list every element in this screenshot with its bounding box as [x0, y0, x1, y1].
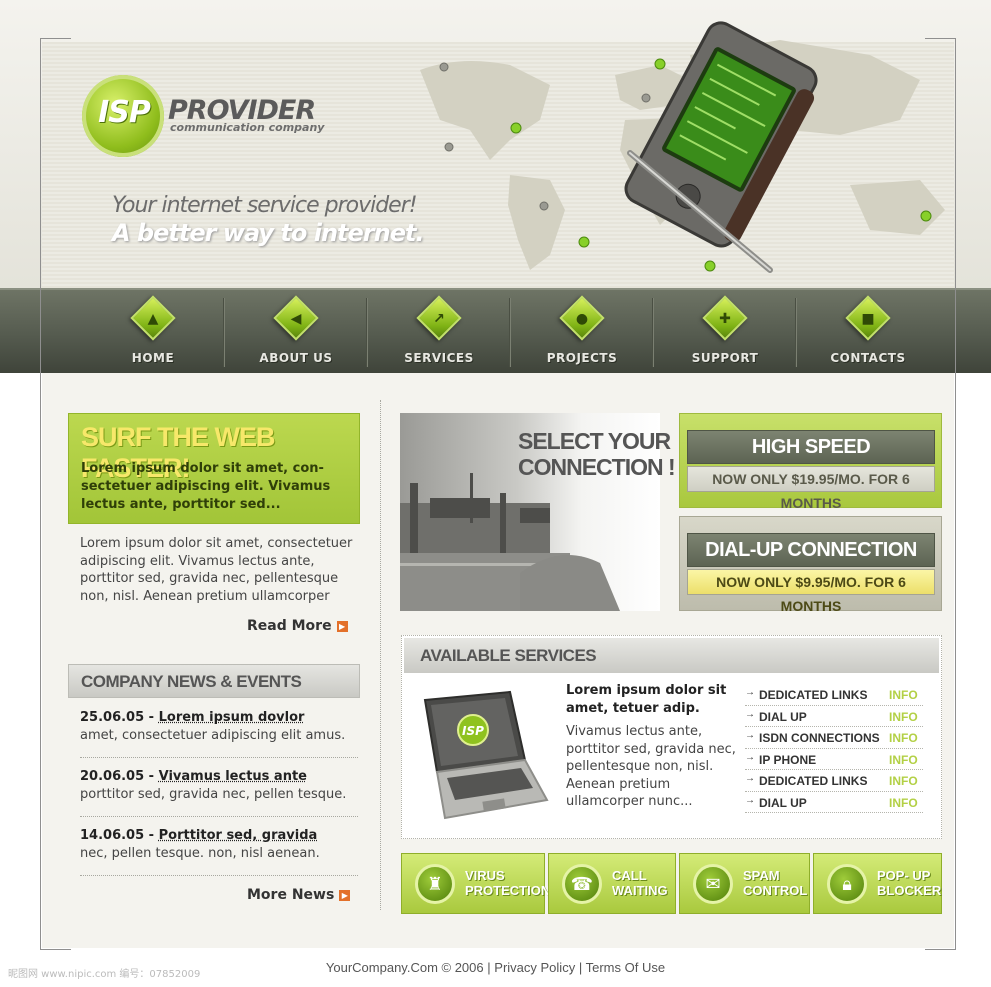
- more-news-link[interactable]: More News ▶: [247, 887, 351, 903]
- arrow-bullet-icon: →: [745, 773, 755, 784]
- service-link-row: → ISDN CONNECTIONS INFO: [745, 727, 923, 749]
- castle-icon: ♜: [415, 864, 455, 904]
- services-heading: AVAILABLE SERVICES: [420, 646, 597, 665]
- arrow-bullet-icon: →: [745, 751, 755, 763]
- news-title-link[interactable]: Lorem ipsum dovlor: [159, 710, 305, 725]
- dial-up-offer: DIAL-UP CONNECTION NOW ONLY $9.95/MO. FO…: [679, 516, 942, 614]
- news-item: 14.06.05 - Porttitor sed, gravida nec, p…: [80, 827, 360, 863]
- footer-separator: |: [487, 960, 491, 975]
- service-link[interactable]: ISDN CONNECTIONS: [759, 731, 880, 745]
- service-link-row: → DIAL UP INFO: [745, 792, 923, 813]
- services-heading-bar: AVAILABLE SERVICES: [404, 638, 939, 673]
- news-title-link[interactable]: Porttitor sed, gravida: [159, 828, 318, 843]
- select-connection-title: SELECT YOUR CONNECTION !: [518, 428, 676, 480]
- news-text: amet, consectetuer adipiscing elit amus.: [80, 728, 346, 743]
- services-text: Vivamus lectus ante, porttitor sed, grav…: [566, 724, 736, 809]
- arrow-bullet-icon: →: [745, 687, 755, 698]
- service-link-row: → DEDICATED LINKS INFO: [745, 770, 923, 792]
- promo-text: Lorem ipsum dolor sit amet, con-sectetue…: [81, 461, 331, 512]
- footer-separator: |: [578, 960, 583, 975]
- spam-control-button[interactable]: ✉ SPAM CONTROL: [679, 853, 810, 914]
- column-divider: [380, 400, 381, 910]
- lock-icon: 🔒︎: [827, 864, 867, 904]
- service-info-link[interactable]: INFO: [889, 796, 918, 810]
- news-title-link[interactable]: Vivamus lectus ante: [159, 769, 307, 784]
- services-title: Lorem ipsum dolor sit amet, tetuer adip.: [566, 683, 727, 716]
- dial-up-button[interactable]: DIAL-UP CONNECTION: [687, 533, 935, 567]
- news-text: nec, pellen tesque. non, nisl aenean.: [80, 846, 320, 861]
- service-info-link[interactable]: INFO: [889, 688, 918, 702]
- envelope-icon: ✉: [693, 864, 733, 904]
- service-link[interactable]: DEDICATED LINKS: [759, 688, 867, 702]
- phone-icon: ☎: [562, 864, 602, 904]
- arrow-bullet-icon: →: [745, 730, 755, 741]
- more-news-label: More News: [247, 887, 335, 903]
- service-info-link[interactable]: INFO: [889, 710, 918, 724]
- service-link-row: → DIAL UP INFO: [745, 706, 923, 727]
- news-date: 25.06.05 -: [80, 710, 159, 725]
- terms-of-use-link[interactable]: Terms Of Use: [586, 960, 665, 975]
- laptop-graphic: ISP: [423, 690, 549, 820]
- service-link[interactable]: DIAL UP: [759, 710, 807, 724]
- service-link-row: → IP PHONE INFO: [745, 749, 923, 770]
- dial-up-price: NOW ONLY $9.95/MO. FOR 6 MONTHS: [687, 569, 935, 614]
- service-info-link[interactable]: INFO: [889, 753, 918, 767]
- virus-protection-button[interactable]: ♜ VIRUS PROTECTION: [401, 853, 550, 914]
- arrow-right-icon: ▶: [339, 890, 351, 901]
- news-item: 20.06.05 - Vivamus lectus ante porttitor…: [80, 768, 360, 804]
- high-speed-price: NOW ONLY $19.95/MO. FOR 6 MONTHS: [687, 466, 935, 511]
- news-heading: COMPANY NEWS & EVENTS: [81, 672, 302, 691]
- service-link[interactable]: IP PHONE: [759, 753, 816, 767]
- read-more-label: Read More: [247, 618, 332, 634]
- news-item: 25.06.05 - Lorem ipsum dovlor amet, cons…: [80, 709, 360, 745]
- high-speed-offer: HIGH SPEED CONNECTION NOW ONLY $19.95/MO…: [679, 413, 942, 511]
- service-info-link[interactable]: INFO: [889, 731, 918, 745]
- news-heading-bar: COMPANY NEWS & EVENTS: [68, 664, 360, 698]
- service-link-row: → DEDICATED LINKS INFO: [745, 684, 923, 706]
- service-info-link[interactable]: INFO: [889, 774, 918, 788]
- arrow-right-icon: ▶: [336, 621, 348, 632]
- popup-blocker-button[interactable]: 🔒︎ POP- UP BLOCKER: [813, 853, 942, 914]
- watermark: 昵图网 www.nipic.com 编号：07852009: [8, 969, 201, 980]
- laptop-screen-logo: ISP: [462, 724, 484, 738]
- arrow-bullet-icon: →: [745, 794, 755, 806]
- service-link[interactable]: DIAL UP: [759, 796, 807, 810]
- promo-box: SURF THE WEB FASTER! Lorem ipsum dolor s…: [68, 413, 360, 524]
- call-waiting-button[interactable]: ☎ CALL WAITING: [548, 853, 676, 914]
- privacy-policy-link[interactable]: Privacy Policy: [494, 960, 575, 975]
- news-date: 20.06.05 -: [80, 769, 159, 784]
- news-date: 14.06.05 -: [80, 828, 159, 843]
- service-link[interactable]: DEDICATED LINKS: [759, 774, 867, 788]
- services-link-list: → DEDICATED LINKS INFO → DIAL UP INFO → …: [745, 684, 923, 813]
- intro-text: Lorem ipsum dolor sit amet, consectetuer…: [80, 536, 353, 604]
- footer-copyright: YourCompany.Com © 2006: [325, 960, 484, 975]
- high-speed-button[interactable]: HIGH SPEED CONNECTION: [687, 430, 935, 490]
- news-text: porttitor sed, gravida nec, pellen tesqu…: [80, 787, 347, 802]
- arrow-bullet-icon: →: [745, 708, 755, 720]
- read-more-link[interactable]: Read More ▶: [247, 618, 348, 634]
